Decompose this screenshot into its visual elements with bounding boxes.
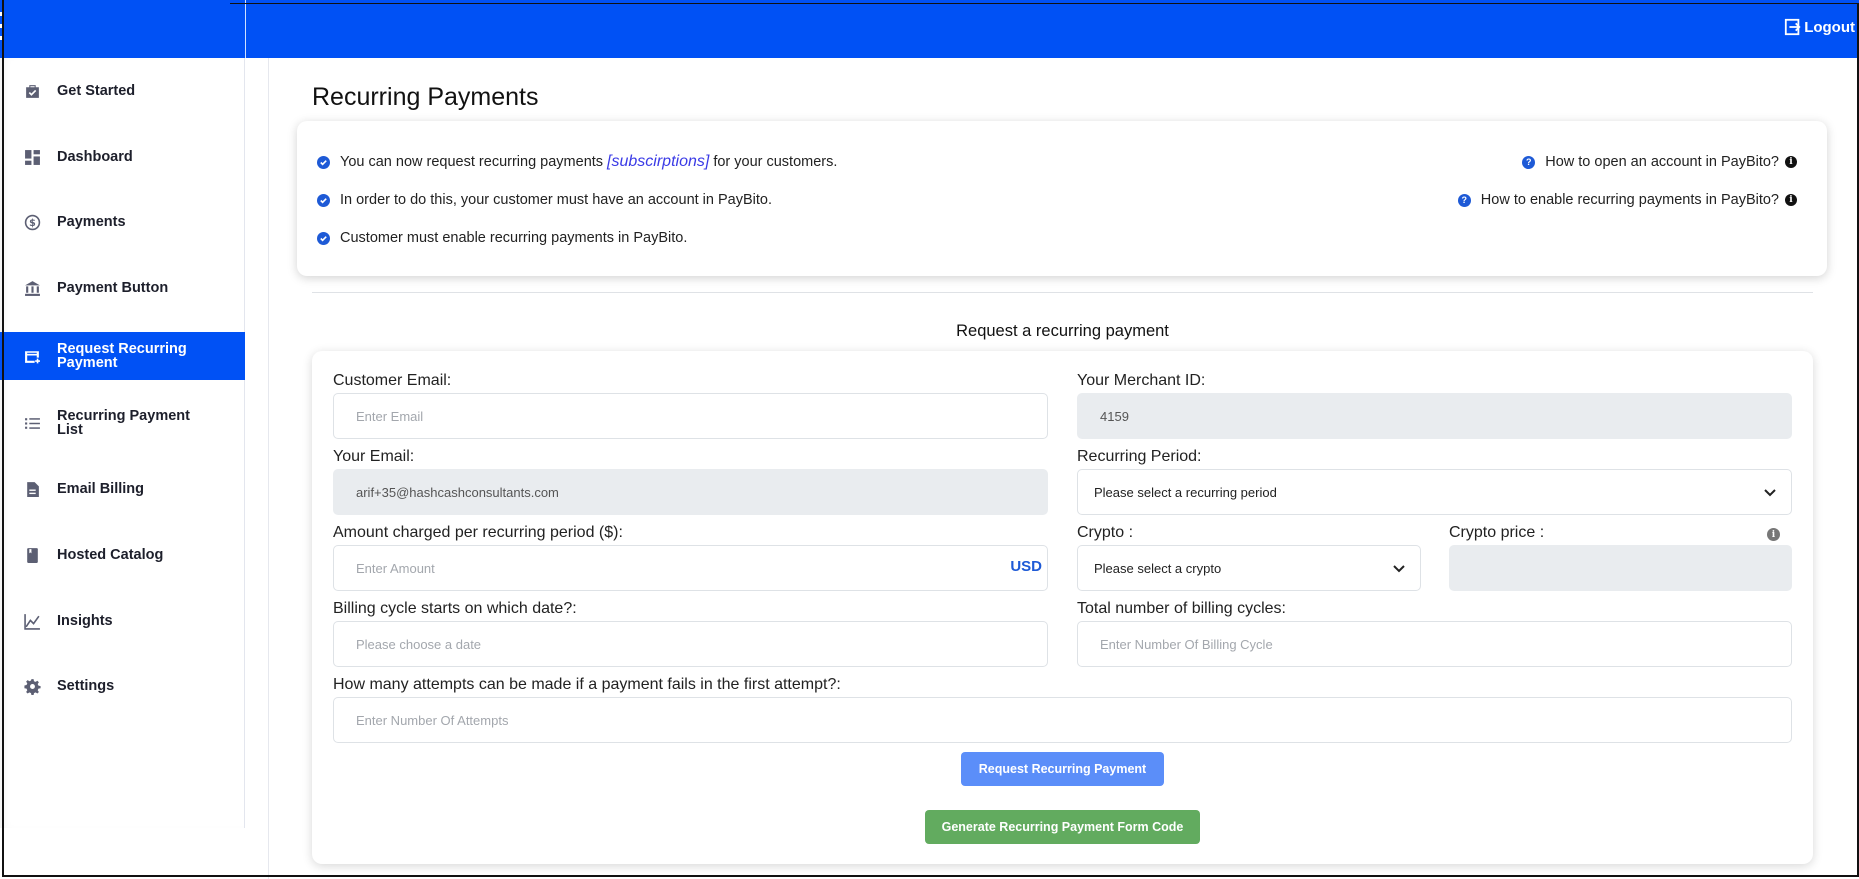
billing-cycles-input[interactable]: Enter Number Of Billing Cycle — [1077, 621, 1792, 667]
info-bullet-text: You can now request recurring payments — [340, 154, 604, 170]
billing-start-date-input[interactable]: Please choose a date — [333, 621, 1048, 667]
recurring-period-value: Please select a recurring period — [1094, 484, 1277, 500]
crypto-label: Crypto : — [1077, 524, 1134, 541]
sidebar-item-payments[interactable]: $ Payments — [0, 198, 245, 246]
bank-icon — [23, 279, 41, 297]
logout-label: Logout — [1804, 18, 1855, 36]
info-bullet-text: Customer must enable recurring payments … — [340, 230, 688, 246]
info-bullet-text: In order to do this, your customer must … — [340, 192, 772, 208]
sidebar-item-get-started[interactable]: Get Started — [0, 67, 245, 115]
sidebar-item-label: Insights — [57, 613, 113, 629]
chevron-down-icon — [1764, 489, 1776, 497]
sidebar-item-label: Payments — [57, 214, 126, 230]
sidebar-item-label: Dashboard — [57, 149, 133, 165]
gear-icon — [23, 677, 41, 695]
amount-label: Amount charged per recurring period ($): — [333, 524, 623, 541]
sidebar-item-label: Payment Button — [57, 280, 169, 296]
sidebar-item-hosted-catalog[interactable]: Hosted Catalog — [0, 531, 245, 579]
info-bullet-text: for your customers. — [713, 154, 838, 170]
request-recurring-payment-button[interactable]: Request Recurring Payment — [961, 752, 1164, 786]
sidebar-item-settings[interactable]: Settings — [0, 662, 245, 710]
document-icon — [23, 480, 41, 498]
chart-line-icon — [23, 612, 41, 630]
billing-start-label: Billing cycle starts on which date?: — [333, 600, 577, 617]
sidebar-item-dashboard[interactable]: Dashboard — [0, 133, 245, 181]
page-title: Recurring Payments — [312, 83, 539, 111]
sidebar-item-label: Get Started — [57, 83, 136, 99]
sidebar-item-recurring-payment-list[interactable]: Recurring Payment List — [0, 399, 245, 447]
amount-placeholder: Enter Amount — [356, 560, 435, 576]
sidebar-item-label: Recurring Payment List — [57, 408, 190, 438]
merchant-id-field: 4159 — [1077, 393, 1792, 439]
book-icon — [23, 546, 41, 564]
info-circle-icon[interactable]: i — [1767, 528, 1780, 541]
sidebar-item-insights[interactable]: Insights — [0, 597, 245, 645]
crypto-select[interactable]: Please select a crypto — [1077, 545, 1421, 591]
content-divider — [268, 58, 269, 879]
info-bullet: In order to do this, your customer must … — [317, 181, 837, 219]
amount-input[interactable]: Enter Amount USD — [333, 545, 1048, 591]
logout-button[interactable]: Logout — [1784, 18, 1855, 36]
sidebar-item-label: Request Recurring Payment — [57, 341, 187, 371]
briefcase-check-icon — [23, 82, 41, 100]
sidebar-item-label: Email Billing — [57, 481, 145, 497]
window-border-top — [230, 3, 1859, 4]
dashboard-grid-icon — [23, 148, 41, 166]
your-email-label: Your Email: — [333, 448, 415, 465]
info-card: You can now request recurring payments [… — [297, 121, 1827, 276]
header-divider — [245, 0, 246, 58]
logout-icon — [1785, 18, 1801, 36]
sidebar: Get Started Dashboard $ Payments Payment… — [0, 58, 245, 828]
customer-email-input[interactable]: Enter Email — [333, 393, 1048, 439]
generate-form-code-button[interactable]: Generate Recurring Payment Form Code — [925, 810, 1200, 844]
sidebar-item-label: Hosted Catalog — [57, 547, 164, 563]
recurring-period-select[interactable]: Please select a recurring period — [1077, 469, 1792, 515]
customer-email-label: Customer Email: — [333, 372, 452, 389]
sidebar-item-label: Settings — [57, 678, 115, 694]
sidebar-item-email-billing[interactable]: Email Billing — [0, 465, 245, 513]
currency-label: USD — [1010, 558, 1042, 575]
check-circle-icon — [317, 193, 330, 207]
question-circle-icon: ? — [1522, 155, 1536, 169]
recurring-period-label: Recurring Period: — [1077, 448, 1202, 465]
help-link-text: How to enable recurring payments in PayB… — [1480, 192, 1779, 208]
check-circle-icon — [317, 155, 330, 169]
crypto-value: Please select a crypto — [1094, 560, 1222, 576]
sidebar-item-payment-button[interactable]: Payment Button — [0, 264, 245, 312]
crypto-price-field — [1449, 545, 1792, 591]
info-bullet: Customer must enable recurring payments … — [317, 219, 837, 257]
info-bullet: You can now request recurring payments [… — [317, 143, 837, 181]
your-email-field: arif+35@hashcashconsultants.com — [333, 469, 1048, 515]
help-links: ? How to open an account in PayBito? i ?… — [1457, 143, 1797, 219]
help-link-text: How to open an account in PayBito? — [1545, 154, 1779, 170]
merchant-id-label: Your Merchant ID: — [1077, 372, 1206, 389]
billing-cycles-label: Total number of billing cycles: — [1077, 600, 1286, 617]
svg-text:$: $ — [29, 218, 36, 229]
info-circle-icon[interactable]: i — [1785, 194, 1797, 206]
list-icon — [23, 414, 41, 432]
form-heading: Request a recurring payment — [956, 322, 1169, 340]
info-bullets: You can now request recurring payments [… — [317, 143, 837, 257]
attempts-input[interactable]: Enter Number Of Attempts — [333, 697, 1792, 743]
info-circle-icon[interactable]: i — [1785, 156, 1797, 168]
card-plus-icon — [23, 347, 41, 365]
crypto-price-label: Crypto price : — [1449, 524, 1545, 541]
subscriptions-highlight: [subscirptions] — [607, 153, 710, 170]
check-circle-icon — [317, 231, 330, 245]
sidebar-item-request-recurring-payment[interactable]: Request Recurring Payment — [0, 332, 245, 380]
help-link-open-account[interactable]: ? How to open an account in PayBito? i — [1458, 143, 1797, 181]
chevron-down-icon — [1393, 565, 1405, 573]
menu-toggle-icon[interactable] — [0, 12, 4, 40]
help-link-enable-recurring[interactable]: ? How to enable recurring payments in Pa… — [1457, 181, 1797, 219]
section-divider — [312, 292, 1813, 293]
question-circle-icon: ? — [1457, 193, 1471, 207]
recurring-payment-form: Customer Email: Enter Email Your Merchan… — [312, 351, 1813, 864]
top-header: Logout — [0, 0, 1859, 58]
attempts-label: How many attempts can be made if a payme… — [333, 676, 841, 693]
dollar-circle-icon: $ — [23, 213, 41, 231]
